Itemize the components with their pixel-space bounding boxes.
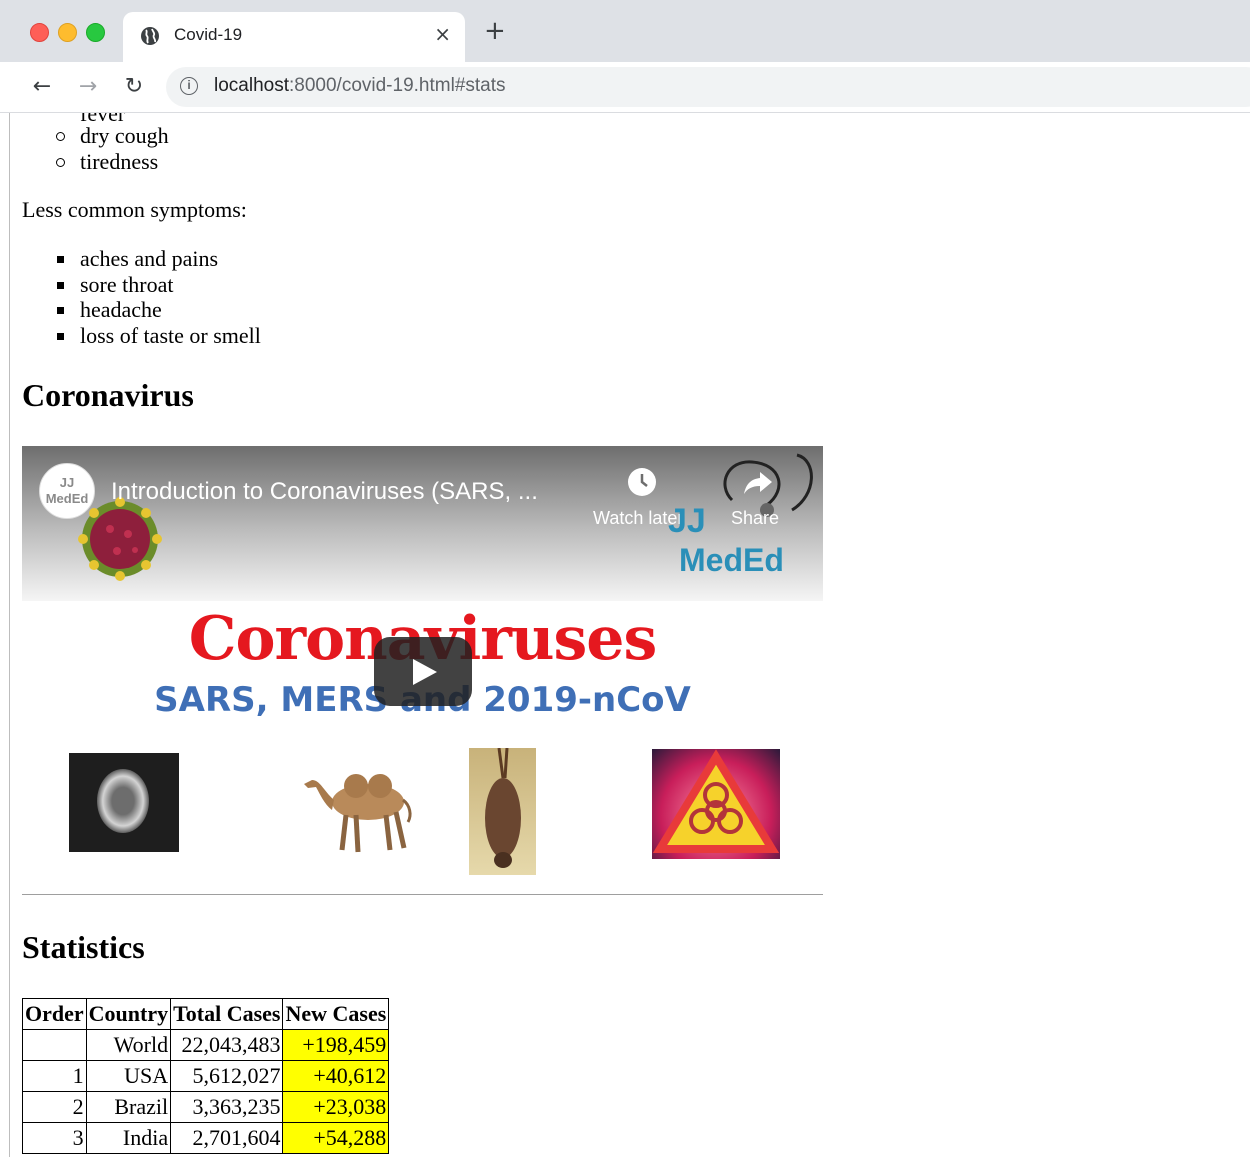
horizontal-rule — [22, 894, 823, 895]
list-item: sore throat — [80, 272, 174, 297]
list-item: tiredness — [80, 149, 159, 174]
list-item: dry cough — [80, 123, 169, 148]
list-bullet — [57, 256, 64, 263]
cell-new-cases: +54,288 — [282, 1122, 390, 1154]
cell-new-cases: +23,038 — [282, 1091, 390, 1123]
tab-close-icon[interactable]: × — [434, 22, 451, 46]
new-tab-button[interactable]: + — [484, 18, 506, 44]
url-path: :8000/covid-19.html#stats — [289, 75, 506, 96]
url-text[interactable]: localhost:8000/covid-19.html#stats — [214, 75, 506, 97]
cell-total-cases: 3,363,235 — [170, 1091, 284, 1123]
list-bullet — [56, 132, 65, 141]
cell-order: 2 — [22, 1091, 87, 1123]
cell-order: 3 — [22, 1122, 87, 1154]
list-bullet — [56, 158, 65, 167]
virion-micrograph-image — [69, 753, 179, 852]
table-row: 3 India 2,701,604 +54,288 — [22, 1122, 390, 1154]
list-bullet — [57, 307, 64, 314]
camel-image — [304, 774, 412, 853]
less-common-heading: Less common symptoms: — [22, 197, 247, 222]
page-left-border — [9, 113, 10, 1157]
cell-total-cases: 5,612,027 — [170, 1060, 284, 1092]
video-embed[interactable]: JJ MedEd Introduction to Coronaviruses (S… — [22, 446, 823, 881]
cell-order — [22, 1029, 87, 1061]
clock-icon[interactable] — [626, 466, 658, 498]
table-row: World 22,043,483 +198,459 — [22, 1029, 390, 1061]
url-host: localhost — [214, 75, 289, 96]
browser-toolbar: ← → ↻ i localhost:8000/covid-19.html#sta… — [0, 62, 1250, 113]
back-arrow-icon[interactable]: ← — [29, 74, 55, 100]
avatar-text-bottom: MedEd — [45, 491, 89, 506]
statistics-table: Order Country Total Cases New Cases Worl… — [22, 998, 390, 1154]
list-bullet — [57, 333, 64, 340]
column-header-order: Order — [22, 998, 87, 1030]
meded-logo-text: MedEd — [679, 542, 784, 578]
bat-image — [469, 748, 536, 875]
minimize-window-button[interactable] — [58, 23, 77, 42]
column-header-total-cases: Total Cases — [170, 998, 284, 1030]
reload-icon[interactable]: ↻ — [121, 74, 147, 100]
play-icon[interactable] — [374, 637, 472, 706]
info-icon[interactable]: i — [180, 77, 198, 95]
globe-icon — [141, 27, 159, 45]
cell-country: India — [85, 1122, 172, 1154]
cell-country: World — [85, 1029, 172, 1061]
table-row: 1 USA 5,612,027 +40,612 — [22, 1060, 390, 1092]
biohazard-image — [652, 749, 780, 859]
share-label[interactable]: Share — [731, 508, 779, 529]
table-header-row: Order Country Total Cases New Cases — [22, 998, 390, 1030]
statistics-heading: Statistics — [22, 929, 145, 965]
cell-country: USA — [85, 1060, 172, 1092]
cell-country: Brazil — [85, 1091, 172, 1123]
share-icon[interactable] — [740, 464, 776, 500]
list-bullet — [57, 282, 64, 289]
address-bar[interactable]: i localhost:8000/covid-19.html#stats — [166, 67, 1250, 107]
column-header-country: Country — [85, 998, 172, 1030]
video-title[interactable]: Introduction to Coronaviruses (SARS, ... — [111, 478, 538, 506]
zoom-window-button[interactable] — [86, 23, 105, 42]
jj-logo-text: JJ — [668, 502, 706, 540]
tab-strip: Covid-19 × + — [0, 0, 1250, 62]
cell-new-cases: +198,459 — [282, 1029, 390, 1061]
close-window-button[interactable] — [30, 23, 49, 42]
cell-order: 1 — [22, 1060, 87, 1092]
page-viewport: fever dry cough tiredness Less common sy… — [0, 113, 1250, 1157]
list-item: aches and pains — [80, 246, 219, 271]
list-item: headache — [80, 297, 162, 322]
forward-arrow-icon[interactable]: → — [75, 74, 101, 100]
coronavirus-heading: Coronavirus — [22, 377, 194, 413]
cell-new-cases: +40,612 — [282, 1060, 390, 1092]
list-item: loss of taste or smell — [80, 323, 261, 348]
tab-title: Covid-19 — [174, 25, 243, 44]
column-header-new-cases: New Cases — [282, 998, 390, 1030]
table-row: 2 Brazil 3,363,235 +23,038 — [22, 1091, 390, 1123]
cell-total-cases: 22,043,483 — [170, 1029, 284, 1061]
avatar-text-top: JJ — [59, 475, 75, 490]
cell-total-cases: 2,701,604 — [170, 1122, 284, 1154]
channel-avatar[interactable]: JJ MedEd — [39, 463, 95, 519]
browser-tab-active[interactable]: Covid-19 × — [123, 12, 465, 62]
